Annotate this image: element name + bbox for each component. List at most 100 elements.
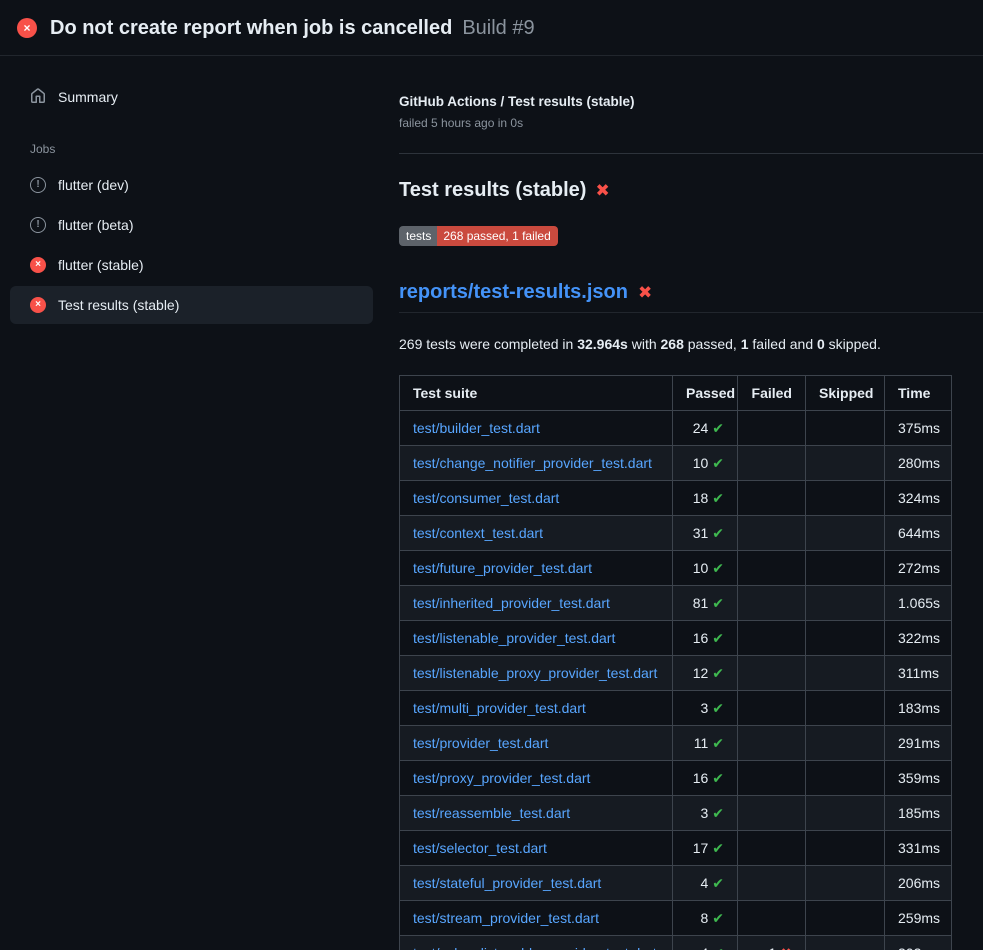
sidebar-item-job[interactable]: !flutter (dev) [10,166,373,204]
sidebar-item-job[interactable]: ×Test results (stable) [10,286,373,324]
check-icon: ✔ [712,700,724,716]
suite-link[interactable]: test/multi_provider_test.dart [413,700,586,716]
results-table: Test suitePassedFailedSkippedTime test/b… [399,375,952,950]
suite-link[interactable]: test/selector_test.dart [413,840,547,856]
skipped-cell [806,586,885,621]
passed-cell: 17✔ [673,831,738,866]
failed-cell [738,866,806,901]
failed-cell [738,901,806,936]
suite-link[interactable]: test/value_listenable_provider_test.dart [413,945,657,950]
suite-cell: test/multi_provider_test.dart [400,691,673,726]
skipped-cell [806,726,885,761]
report-link[interactable]: reports/test-results.json [399,281,628,304]
passed-cell: 16✔ [673,621,738,656]
suite-cell: test/stream_provider_test.dart [400,901,673,936]
passed-count: 18 [693,490,709,506]
passed-cell: 81✔ [673,586,738,621]
skipped-cell [806,481,885,516]
check-icon: ✔ [712,490,724,506]
suite-cell: test/reassemble_test.dart [400,796,673,831]
suite-cell: test/proxy_provider_test.dart [400,761,673,796]
passed-count: 24 [693,420,709,436]
table-row: test/listenable_provider_test.dart16✔322… [400,621,952,656]
passed-count: 17 [693,840,709,856]
divider [399,153,983,154]
suite-link[interactable]: test/builder_test.dart [413,420,540,436]
failed-cell [738,446,806,481]
column-header: Passed [673,376,738,411]
main-content: GitHub Actions / Test results (stable) f… [383,56,983,950]
sidebar-item-label: flutter (stable) [58,257,144,273]
table-row: test/proxy_provider_test.dart16✔359ms [400,761,952,796]
table-row: test/multi_provider_test.dart3✔183ms [400,691,952,726]
summary-passed-count: 268 [661,336,684,352]
passed-count: 3 [700,805,708,821]
suite-link[interactable]: test/proxy_provider_test.dart [413,770,590,786]
suite-link[interactable]: test/reassemble_test.dart [413,805,570,821]
table-row: test/change_notifier_provider_test.dart 1… [400,446,952,481]
suite-link[interactable]: test/inherited_provider_test.dart [413,595,610,611]
passed-count: 4 [700,945,708,950]
failed-cell: 1✖ [738,936,806,950]
suite-link[interactable]: test/stateful_provider_test.dart [413,875,601,891]
passed-cell: 10✔ [673,446,738,481]
layout: Summary Jobs !flutter (dev)!flutter (bet… [0,56,983,950]
app-root: × Do not create report when job is cance… [0,0,983,950]
time-cell: 1.065s [885,586,952,621]
skipped-cell [806,446,885,481]
skipped-cell [806,866,885,901]
table-row: test/value_listenable_provider_test.dart… [400,936,952,950]
suite-cell: test/inherited_provider_test.dart [400,586,673,621]
check-icon: ✔ [712,840,724,856]
sidebar-item-job[interactable]: ×flutter (stable) [10,246,373,284]
failed-x-icon: ✖ [638,284,652,301]
passed-count: 10 [693,455,709,471]
passed-count: 4 [700,875,708,891]
suite-link[interactable]: test/future_provider_test.dart [413,560,592,576]
failed-cell [738,411,806,446]
suite-link[interactable]: test/change_notifier_provider_test.dart [413,455,652,471]
suite-link[interactable]: test/listenable_provider_test.dart [413,630,615,646]
summary-skipped-count: 0 [817,336,825,352]
suite-link[interactable]: test/listenable_proxy_provider_test.dart [413,665,657,681]
jobs-list: !flutter (dev)!flutter (beta)×flutter (s… [0,166,383,324]
failed-cell [738,621,806,656]
passed-cell: 31✔ [673,516,738,551]
check-icon: ✔ [712,805,724,821]
check-icon: ✔ [712,630,724,646]
failed-cell [738,831,806,866]
time-cell: 644ms [885,516,952,551]
passed-cell: 18✔ [673,481,738,516]
check-icon: ✔ [712,420,724,436]
suite-link[interactable]: test/stream_provider_test.dart [413,910,599,926]
table-row: test/stream_provider_test.dart8✔259ms [400,901,952,936]
suite-link[interactable]: test/consumer_test.dart [413,490,559,506]
section-title-text: Test results (stable) [399,179,586,202]
suite-link[interactable]: test/provider_test.dart [413,735,548,751]
cross-icon: ✖ [780,945,792,950]
passed-count: 12 [693,665,709,681]
page-header: × Do not create report when job is cance… [0,0,983,56]
suite-cell: test/change_notifier_provider_test.dart [400,446,673,481]
table-row: test/inherited_provider_test.dart 81✔ 1.06… [400,586,952,621]
passed-count: 8 [700,910,708,926]
build-number: Build #9 [462,17,534,40]
time-cell: 272ms [885,551,952,586]
sidebar-item-label: Test results (stable) [58,297,179,313]
passed-cell: 3✔ [673,796,738,831]
sidebar-item-label: Summary [58,89,118,105]
suite-cell: test/stateful_provider_test.dart [400,866,673,901]
run-status-line: failed 5 hours ago in 0s [399,116,983,130]
time-cell: 185ms [885,796,952,831]
failed-count: 1 [768,945,776,950]
sidebar-item-label: flutter (dev) [58,177,129,193]
passed-count: 16 [693,770,709,786]
check-icon: ✔ [712,455,724,471]
sidebar-item-summary[interactable]: Summary [10,78,373,116]
suite-link[interactable]: test/context_test.dart [413,525,543,541]
table-row: test/future_provider_test.dart10✔272ms [400,551,952,586]
sidebar-item-job[interactable]: !flutter (beta) [10,206,373,244]
suite-cell: test/builder_test.dart [400,411,673,446]
passed-cell: 11✔ [673,726,738,761]
check-icon: ✔ [712,735,724,751]
